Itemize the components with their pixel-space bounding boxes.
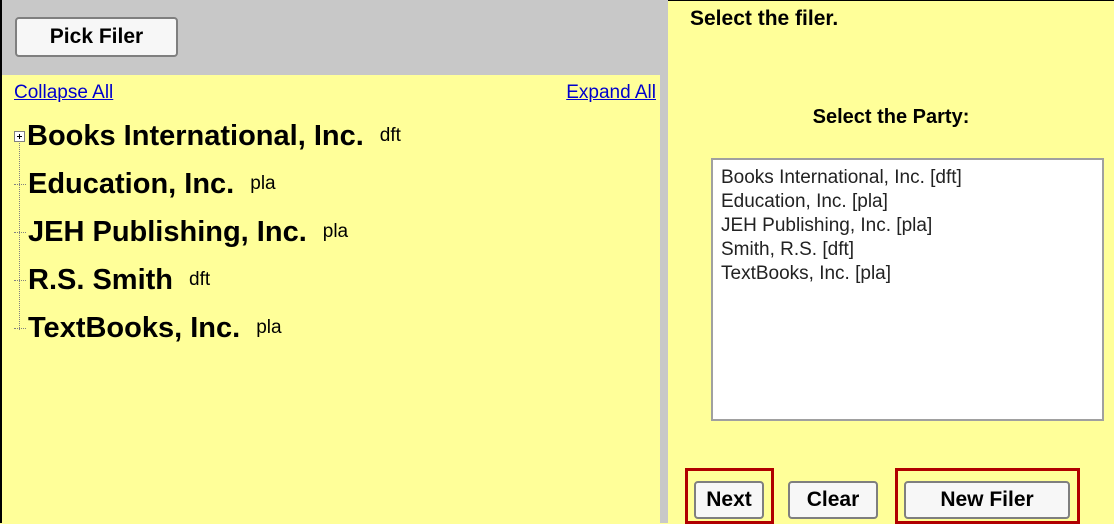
tree-links: Collapse All Expand All <box>2 82 658 108</box>
tree-node-name[interactable]: R.S. Smith <box>28 264 173 297</box>
party-option[interactable]: TextBooks, Inc. [pla] <box>721 262 1094 286</box>
clear-button[interactable]: Clear <box>788 481 878 519</box>
tree-branch-line <box>14 183 26 185</box>
tree-node[interactable]: R.S. Smith dft <box>14 256 210 304</box>
tree-node-role: pla <box>250 173 276 194</box>
filer-tree-pane: Pick Filer Collapse All Expand All Books… <box>0 0 660 523</box>
party-option[interactable]: Books International, Inc. [dft] <box>721 166 1094 190</box>
tree-node[interactable]: Books International, Inc. dft <box>14 112 401 160</box>
party-option[interactable]: Education, Inc. [pla] <box>721 190 1094 214</box>
tree-branch-line <box>14 279 26 281</box>
pane-splitter[interactable] <box>660 0 668 523</box>
new-filer-button[interactable]: New Filer <box>904 481 1070 519</box>
tree-node[interactable]: JEH Publishing, Inc. pla <box>14 208 348 256</box>
tree-node-role: pla <box>322 221 349 242</box>
tree-node-name[interactable]: Books International, Inc. <box>27 120 364 153</box>
tree-node-role: dft <box>379 125 401 146</box>
tree-node-role: pla <box>256 317 282 338</box>
party-option[interactable]: JEH Publishing, Inc. [pla] <box>721 214 1094 238</box>
expand-plus-icon[interactable] <box>14 130 25 142</box>
next-button[interactable]: Next <box>694 481 764 519</box>
party-selection-pane: Select the filer. Select the Party: Book… <box>668 0 1114 524</box>
tree-node-name[interactable]: Education, Inc. <box>28 168 234 201</box>
tree-toolbar: Pick Filer <box>2 0 660 75</box>
tree-branch-line <box>14 327 26 329</box>
tree-node-role: dft <box>189 269 211 290</box>
tree-branch-line <box>14 231 26 233</box>
tree-node[interactable]: TextBooks, Inc. pla <box>14 304 282 352</box>
collapse-all-link[interactable]: Collapse All <box>14 82 113 104</box>
tree-node-name[interactable]: JEH Publishing, Inc. <box>28 216 307 249</box>
party-option[interactable]: Smith, R.S. [dft] <box>721 238 1094 262</box>
tree-node-name[interactable]: TextBooks, Inc. <box>28 312 240 345</box>
tree-node[interactable]: Education, Inc. pla <box>14 160 276 208</box>
pick-filer-button[interactable]: Pick Filer <box>15 17 178 57</box>
expand-all-link[interactable]: Expand All <box>566 82 656 104</box>
party-label: Select the Party: <box>812 106 970 128</box>
party-listbox[interactable]: Books International, Inc. [dft] Educatio… <box>711 158 1104 421</box>
filer-tree: Books International, Inc. dft Education,… <box>2 112 658 372</box>
instruction-text: Select the filer. <box>690 7 839 30</box>
